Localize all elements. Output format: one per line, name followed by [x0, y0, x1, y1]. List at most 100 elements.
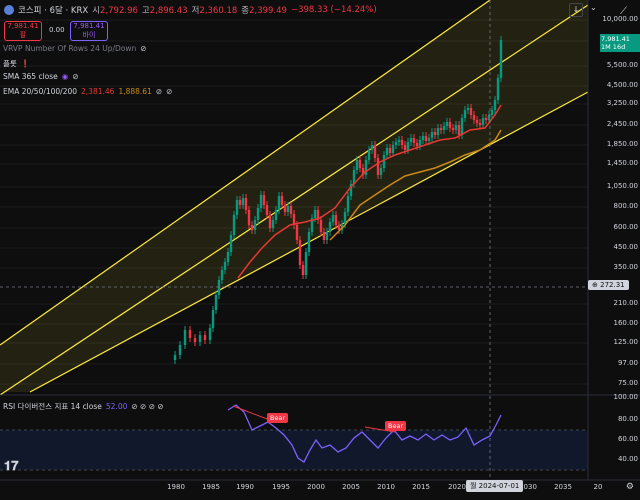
bear-divergence-tag: Bear — [385, 421, 407, 431]
candle-body — [430, 132, 434, 138]
candle-body — [439, 128, 443, 130]
time-axis-label: 1985 — [202, 483, 220, 491]
candle-body — [382, 155, 386, 168]
candle-body — [220, 270, 224, 280]
price-axis-label: 600.00 — [613, 223, 639, 231]
settings-gear-icon[interactable]: ⚙ — [626, 482, 634, 492]
candle-body — [397, 140, 401, 142]
tradingview-logo-icon: 𝟏𝟕 — [4, 459, 19, 474]
last-price-tag: 7,981.41 1M 16d — [600, 34, 640, 52]
candle-body — [262, 195, 266, 205]
candle-body — [211, 310, 215, 328]
candle-body — [289, 206, 293, 214]
candle-body — [394, 142, 398, 145]
candle-body — [307, 232, 311, 252]
candle-body — [499, 40, 503, 78]
candle-body — [235, 200, 239, 215]
price-axis-label: 75.00 — [617, 379, 638, 387]
vrvp-indicator[interactable]: VRVP Number Of Rows 24 Up/Down ⊘ — [3, 44, 147, 53]
candle-body — [385, 148, 389, 155]
eye-hide-icon[interactable]: ⊘ — [156, 87, 162, 96]
candle-body — [241, 198, 245, 205]
candle-body — [304, 252, 308, 275]
time-axis-label: 1995 — [272, 483, 290, 491]
candle-body — [436, 128, 440, 135]
buy-button[interactable]: 7,981.41 바이 — [70, 21, 108, 41]
candle-body — [208, 328, 212, 340]
candle-body — [466, 108, 470, 110]
price-axis-label: 1,450.00 — [606, 159, 638, 167]
time-axis-label: 2005 — [342, 483, 360, 491]
candle-body — [412, 138, 416, 143]
time-axis-label: 2020 — [448, 483, 466, 491]
candle-body — [226, 252, 230, 262]
price-axis-label: 2,450.00 — [606, 120, 638, 128]
candle-body — [268, 215, 272, 228]
price-change: −398.33 (−14.24%) — [290, 5, 377, 15]
ohlc-close: 종2,399.49 — [241, 6, 287, 16]
candle-body — [379, 168, 383, 175]
candle-body — [454, 125, 458, 130]
candle-body — [214, 295, 218, 310]
rsi-axis-label: 100.00 — [613, 393, 639, 401]
eye-hide-icon[interactable]: ⊘ — [72, 72, 78, 81]
price-axis-label: 350.00 — [613, 263, 639, 271]
price-axis-label: 450.00 — [613, 243, 639, 251]
candle-body — [274, 210, 278, 220]
candle-body — [355, 160, 359, 170]
candle-body — [451, 128, 455, 130]
chevron-down-icon[interactable]: ⌄ — [590, 3, 597, 12]
candle-body — [173, 355, 177, 360]
candle-body — [244, 198, 248, 210]
sma-indicator[interactable]: SMA 365 close ◉ ⊘ — [3, 72, 79, 81]
kospi-logo-icon — [4, 5, 14, 15]
price-axis-label: 97.00 — [617, 359, 638, 367]
price-axis-label: 5,500.00 — [606, 61, 638, 69]
candle-body — [484, 118, 488, 120]
candle-body — [433, 132, 437, 135]
settings-circle-icon[interactable]: ◉ — [62, 72, 69, 81]
candle-body — [295, 225, 299, 240]
candle-body — [283, 205, 287, 212]
sell-button[interactable]: 7,981.41 팔 — [4, 21, 42, 41]
time-axis-label: 2035 — [554, 483, 572, 491]
eye-hide-icon[interactable]: ⊘ — [166, 87, 172, 96]
candle-body — [421, 136, 425, 140]
eye-hide-icon[interactable]: ⊘ — [140, 44, 146, 53]
price-axis-label: 3,250.00 — [606, 99, 638, 107]
candle-body — [328, 222, 332, 232]
candle-body — [367, 150, 371, 160]
ema-indicator[interactable]: EMA 20/50/100/200 2,381.46 1,888.61 ⊘ ⊘ — [3, 87, 172, 96]
candle-body — [346, 196, 350, 212]
candle-body — [301, 265, 305, 275]
candle-body — [280, 196, 284, 205]
symbol-title[interactable]: 코스피 · 6달 · KRX — [18, 4, 88, 16]
candle-body — [415, 143, 419, 146]
candle-body — [331, 215, 335, 222]
candle-body — [373, 145, 377, 158]
candle-body — [472, 115, 476, 120]
candle-body — [322, 232, 326, 240]
chart-canvas[interactable] — [0, 0, 640, 500]
download-icon[interactable]: ↓ — [569, 3, 583, 17]
candle-body — [223, 262, 227, 270]
candle-body — [256, 208, 260, 220]
crosshair-price-tag: ⊕ 272.31 — [588, 280, 629, 290]
candle-body — [250, 225, 254, 230]
candle-body — [427, 138, 431, 141]
candle-body — [388, 148, 392, 153]
candle-body — [424, 136, 428, 141]
candle-body — [271, 220, 275, 228]
candle-body — [229, 235, 233, 252]
candle-body — [277, 196, 281, 210]
plus-circle-icon[interactable]: ⊕ — [592, 281, 598, 289]
flag-indicator[interactable]: 플롯 ❗ — [3, 58, 30, 69]
eye-hide-icon[interactable]: ⊘ ⊘ ⊘ ⊘ — [131, 402, 163, 411]
rsi-indicator[interactable]: RSI 다이버전스 지표 14 close 52.00 ⊘ ⊘ ⊘ ⊘ — [3, 401, 164, 412]
time-axis-label: 1990 — [236, 483, 254, 491]
candle-body — [448, 122, 452, 128]
candle-body — [217, 280, 221, 295]
time-axis-label: 20 — [593, 483, 603, 491]
price-axis-label: 125.00 — [613, 338, 639, 346]
rsi-axis-label: 80.00 — [617, 415, 638, 423]
